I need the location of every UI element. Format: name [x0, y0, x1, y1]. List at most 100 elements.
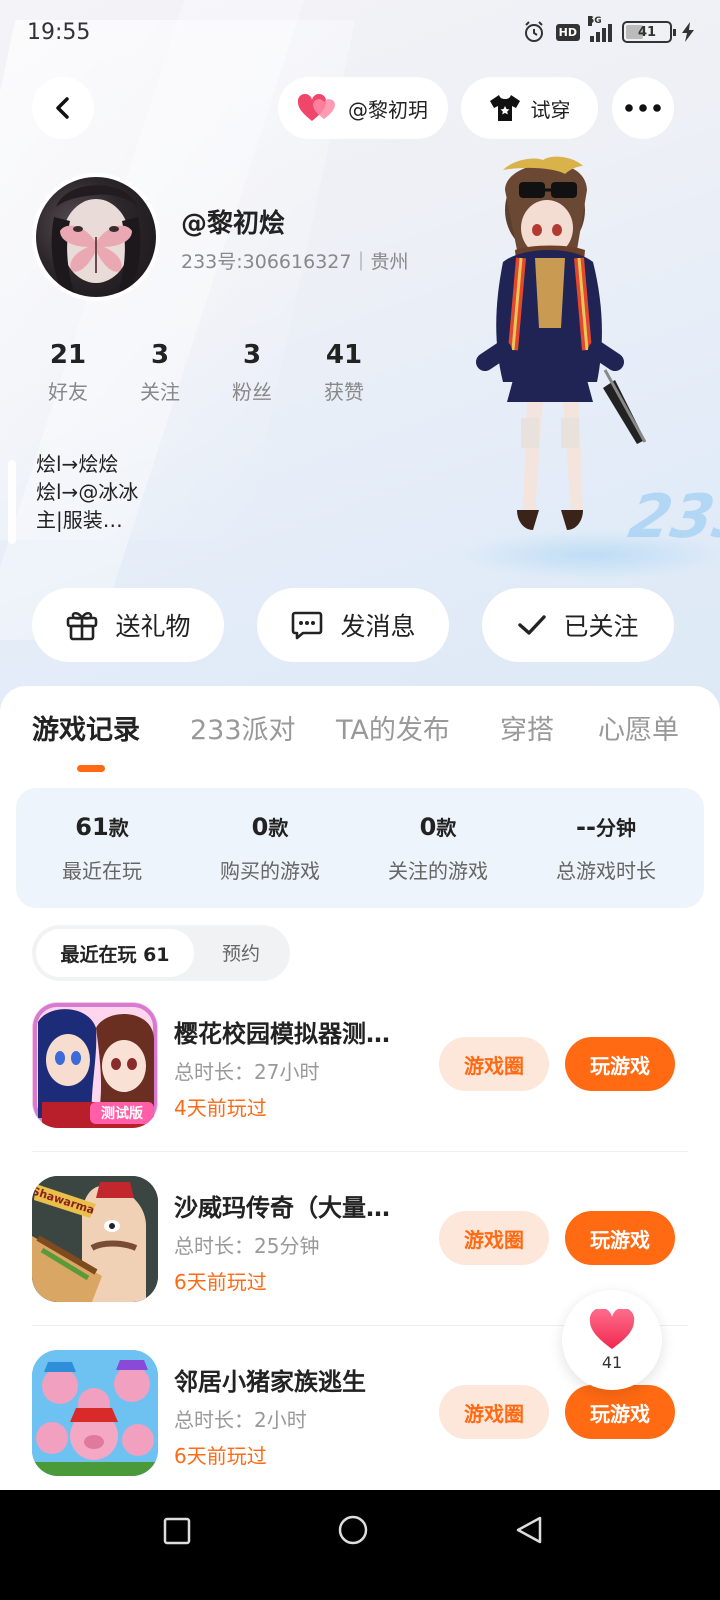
stat-label: 关注 — [140, 380, 180, 404]
send-gift-button[interactable]: 送礼物 — [32, 588, 224, 662]
play-game-button[interactable]: 玩游戏 — [565, 1037, 675, 1091]
message-icon — [292, 611, 323, 640]
try-on-label: 试穿 — [530, 97, 571, 122]
list-divider — [32, 1151, 688, 1152]
summary-label: 最近在玩 — [62, 859, 142, 883]
list-item[interactable]: Shawarma 沙威玛传奇（大量… 总时长：25分钟 6天前玩过 游戏圈 玩游… — [32, 1176, 688, 1306]
summary-recent[interactable]: 61款 最近在玩 — [16, 812, 188, 884]
game-icon-art: Shawarma — [32, 1176, 158, 1302]
tab-posts[interactable]: TA的发布 — [336, 708, 450, 747]
game-circle-button[interactable]: 游戏圈 — [439, 1037, 549, 1091]
alarm-icon — [524, 21, 543, 42]
signal-icon: 5G — [588, 16, 612, 42]
partner-pill[interactable]: @黎初玥 — [278, 77, 448, 139]
summary-total-time[interactable]: --分钟 总游戏时长 — [520, 812, 692, 884]
bio-line: 主|服装… — [36, 508, 123, 532]
summary-value: 61 — [75, 813, 109, 841]
summary-unit: 款 — [436, 816, 457, 840]
back-triangle-icon[interactable] — [514, 1515, 544, 1545]
summary-value: 0 — [251, 813, 269, 841]
stat-label: 粉丝 — [232, 380, 272, 404]
stat-fans[interactable]: 3 粉丝 — [212, 340, 292, 405]
list-item[interactable]: 测试版 樱花校园模拟器测… 总时长：27小时 4天前玩过 游戏圈 玩游戏 — [32, 1002, 688, 1132]
status-bar: 19:55 HD 5G 41 — [0, 0, 720, 66]
game-icon-art — [32, 1350, 158, 1476]
profile-tabs: 游戏记录 233派对 TA的发布 穿搭 心愿单 — [0, 708, 720, 758]
like-count: 41 — [601, 1352, 623, 1372]
stat-label: 获赞 — [324, 380, 364, 404]
game-title: 邻居小猪家族逃生 — [174, 1368, 366, 1396]
game-duration: 总时长：2小时 — [174, 1408, 307, 1432]
battery-level: 41 — [637, 24, 657, 40]
game-circle-button[interactable]: 游戏圈 — [439, 1211, 549, 1265]
game-icon-art: 测试版 — [32, 1002, 158, 1128]
summary-purchased[interactable]: 0款 购买的游戏 — [184, 812, 356, 884]
like-fab[interactable]: 41 — [562, 1290, 662, 1390]
summary-value: 0 — [419, 813, 437, 841]
system-nav-bar — [0, 1490, 720, 1600]
tab-wishlist[interactable]: 心愿单 — [598, 708, 679, 747]
profile-uid-location: 233号:306616327｜贵州 — [181, 251, 409, 273]
followed-button[interactable]: 已关注 — [482, 588, 674, 662]
game-duration: 总时长：27小时 — [174, 1060, 320, 1084]
tab-233-party[interactable]: 233派对 — [190, 708, 296, 747]
more-button[interactable] — [612, 77, 674, 139]
game-icon-shawarma: Shawarma — [32, 1176, 158, 1302]
stat-friends[interactable]: 21 好友 — [28, 340, 108, 405]
recent-apps-icon[interactable] — [163, 1517, 191, 1545]
summary-label: 购买的游戏 — [220, 859, 320, 883]
game-summary-card: 61款 最近在玩 0款 购买的游戏 0款 关注的游戏 --分钟 总游戏时长 — [16, 788, 704, 908]
stat-value: 41 — [325, 340, 363, 370]
play-game-button[interactable]: 玩游戏 — [565, 1385, 675, 1439]
segment-reserve[interactable]: 预约 — [222, 939, 260, 966]
summary-unit: 分钟 — [595, 816, 636, 840]
status-icons: HD 5G 41 — [522, 16, 694, 44]
tab-game-record[interactable]: 游戏记录 — [32, 708, 140, 747]
send-gift-label: 送礼物 — [115, 612, 191, 641]
back-button[interactable] — [32, 77, 94, 139]
bio-line: 烩l→烩烩 — [36, 452, 119, 476]
partner-name: @黎初玥 — [348, 97, 428, 122]
avatar[interactable] — [32, 173, 160, 301]
stat-value: 21 — [49, 340, 87, 370]
battery-icon: 41 — [622, 21, 676, 43]
stat-likes[interactable]: 41 获赞 — [304, 340, 384, 405]
send-message-button[interactable]: 发消息 — [257, 588, 449, 662]
bio-line: 烩l→@冰冰 — [36, 480, 139, 504]
game-duration: 总时长：25分钟 — [174, 1234, 320, 1258]
bio-scrollbar[interactable] — [8, 460, 16, 544]
game-title: 樱花校园模拟器测… — [174, 1020, 390, 1048]
summary-value: -- — [576, 813, 596, 841]
hd-icon: HD — [555, 23, 580, 41]
summary-followed[interactable]: 0款 关注的游戏 — [352, 812, 524, 884]
summary-unit: 款 — [108, 816, 129, 840]
network-type: 5G — [588, 16, 602, 26]
summary-label: 关注的游戏 — [388, 859, 488, 883]
stat-value: 3 — [150, 340, 170, 370]
back-arrow-icon — [56, 97, 69, 119]
play-game-button[interactable]: 玩游戏 — [565, 1211, 675, 1265]
summary-label: 总游戏时长 — [556, 859, 656, 883]
summary-unit: 款 — [268, 816, 289, 840]
tab-outfits[interactable]: 穿搭 — [500, 708, 554, 747]
profile-username: @黎初烩 — [181, 209, 286, 239]
stat-value: 3 — [242, 340, 262, 370]
followed-label: 已关注 — [563, 612, 639, 641]
character-avatar[interactable] — [455, 150, 655, 560]
stat-following[interactable]: 3 关注 — [120, 340, 200, 405]
game-last-played: 6天前玩过 — [174, 1270, 267, 1294]
check-icon — [518, 615, 547, 635]
game-icon-text: 测试版 — [101, 1105, 143, 1122]
send-message-label: 发消息 — [340, 612, 416, 641]
game-circle-button[interactable]: 游戏圈 — [439, 1385, 549, 1439]
record-segment-control: 最近在玩 61 预约 — [32, 925, 290, 981]
active-tab-indicator — [77, 765, 105, 772]
double-heart-icon — [298, 93, 335, 121]
stat-label: 好友 — [48, 380, 88, 404]
charging-icon — [682, 22, 694, 42]
profile-bio: 烩l→烩烩 烩l→@冰冰 主|服装… — [36, 450, 236, 534]
try-on-button[interactable]: 试穿 — [461, 77, 598, 139]
avatar-photo — [51, 185, 141, 297]
home-icon[interactable] — [337, 1514, 369, 1546]
segment-recent[interactable]: 最近在玩 61 — [36, 929, 194, 977]
